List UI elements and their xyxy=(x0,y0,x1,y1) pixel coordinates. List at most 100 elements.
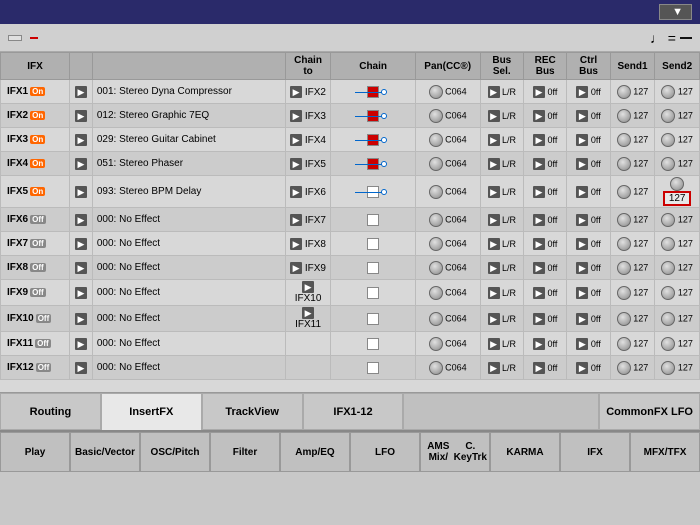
ctrl-arrow[interactable]: ▶ xyxy=(576,262,588,274)
chain-box[interactable] xyxy=(367,214,379,226)
rec-arrow[interactable]: ▶ xyxy=(533,134,545,146)
effect-name[interactable]: 029: Stereo Guitar Cabinet xyxy=(92,128,285,152)
pan-cell[interactable]: C064 xyxy=(415,280,480,306)
rec-bus-cell[interactable]: ▶ 0ff xyxy=(523,104,566,128)
rec-arrow[interactable]: ▶ xyxy=(533,214,545,226)
pan-cell[interactable]: C064 xyxy=(415,306,480,332)
ctrl-arrow[interactable]: ▶ xyxy=(576,214,588,226)
rec-bus-cell[interactable]: ▶ 0ff xyxy=(523,80,566,104)
chain-arrow-icon[interactable]: ▶ xyxy=(290,110,302,122)
on-off-badge[interactable]: Off xyxy=(30,215,46,224)
bus-arrow[interactable]: ▶ xyxy=(488,362,500,374)
send1-cell[interactable]: 127 xyxy=(610,208,655,232)
send1-knob[interactable] xyxy=(617,237,631,251)
send2-knob[interactable] xyxy=(661,312,675,326)
rec-bus-cell[interactable]: ▶ 0ff xyxy=(523,128,566,152)
ctrl-arrow[interactable]: ▶ xyxy=(576,238,588,250)
ctrl-arrow[interactable]: ▶ xyxy=(576,362,588,374)
send1-cell[interactable]: 127 xyxy=(610,104,655,128)
ctrl-bus-cell[interactable]: ▶ 0ff xyxy=(567,208,610,232)
arrow-icon[interactable]: ▶ xyxy=(75,313,87,325)
rec-arrow[interactable]: ▶ xyxy=(533,110,545,122)
ctrl-arrow[interactable]: ▶ xyxy=(576,110,588,122)
send2-cell[interactable]: 127 xyxy=(655,280,700,306)
tab2-amp--eq[interactable]: Amp/EQ xyxy=(280,432,350,472)
ctrl-arrow[interactable]: ▶ xyxy=(576,287,588,299)
chain-box[interactable] xyxy=(367,338,379,350)
pan-knob[interactable] xyxy=(429,361,443,375)
pan-cell[interactable]: C064 xyxy=(415,232,480,256)
bus-sel-cell[interactable]: ▶ L/R xyxy=(480,80,523,104)
chain-to-cell[interactable]: ▶ IFX7 xyxy=(285,208,331,232)
send2-cell[interactable]: 127 xyxy=(655,356,700,380)
send1-knob[interactable] xyxy=(617,157,631,171)
pan-knob[interactable] xyxy=(429,337,443,351)
ctrl-bus-cell[interactable]: ▶ 0ff xyxy=(567,128,610,152)
bus-arrow[interactable]: ▶ xyxy=(488,186,500,198)
send1-knob[interactable] xyxy=(617,286,631,300)
pan-cell[interactable]: C064 xyxy=(415,104,480,128)
rec-bus-cell[interactable]: ▶ 0ff xyxy=(523,232,566,256)
arrow-icon[interactable]: ▶ xyxy=(75,214,87,226)
on-off-badge[interactable]: Off xyxy=(36,314,52,323)
arrow-cell[interactable]: ▶ xyxy=(69,152,92,176)
ctrl-arrow[interactable]: ▶ xyxy=(576,186,588,198)
arrow-cell[interactable]: ▶ xyxy=(69,280,92,306)
ctrl-bus-cell[interactable]: ▶ 0ff xyxy=(567,280,610,306)
effect-name[interactable]: 012: Stereo Graphic 7EQ xyxy=(92,104,285,128)
chain-box[interactable] xyxy=(367,262,379,274)
effect-name[interactable]: 000: No Effect xyxy=(92,332,285,356)
chain-arrow-icon[interactable]: ▶ xyxy=(290,158,302,170)
bus-sel-cell[interactable]: ▶ L/R xyxy=(480,176,523,208)
effect-name[interactable]: 000: No Effect xyxy=(92,208,285,232)
bus-arrow[interactable]: ▶ xyxy=(488,214,500,226)
tab2-karma[interactable]: KARMA xyxy=(490,432,560,472)
arrow-icon[interactable]: ▶ xyxy=(75,362,87,374)
rec-arrow[interactable]: ▶ xyxy=(533,186,545,198)
chain-box[interactable] xyxy=(367,313,379,325)
arrow-cell[interactable]: ▶ xyxy=(69,256,92,280)
arrow-cell[interactable]: ▶ xyxy=(69,104,92,128)
on-off-badge[interactable]: On xyxy=(30,87,45,96)
send1-knob[interactable] xyxy=(617,213,631,227)
send1-knob[interactable] xyxy=(617,312,631,326)
on-off-badge[interactable]: On xyxy=(30,187,45,196)
on-off-badge[interactable]: On xyxy=(30,159,45,168)
ctrl-bus-cell[interactable]: ▶ 0ff xyxy=(567,232,610,256)
send1-cell[interactable]: 127 xyxy=(610,356,655,380)
arrow-cell[interactable]: ▶ xyxy=(69,176,92,208)
chain-arrow-icon[interactable]: ▶ xyxy=(290,214,302,226)
send2-knob[interactable] xyxy=(661,286,675,300)
send2-cell[interactable]: 127 xyxy=(655,232,700,256)
pan-cell[interactable]: C064 xyxy=(415,176,480,208)
pan-cell[interactable]: C064 xyxy=(415,152,480,176)
send2-cell[interactable]: 127 xyxy=(655,176,700,208)
bus-arrow[interactable]: ▶ xyxy=(488,262,500,274)
rec-arrow[interactable]: ▶ xyxy=(533,86,545,98)
pan-cell[interactable]: C064 xyxy=(415,332,480,356)
tab2-ams-mix--c--keytrk[interactable]: AMS Mix/C. KeyTrk xyxy=(420,432,490,472)
rec-bus-cell[interactable]: ▶ 0ff xyxy=(523,356,566,380)
chain-to-cell[interactable]: ▶ IFX6 xyxy=(285,176,331,208)
ctrl-bus-cell[interactable]: ▶ 0ff xyxy=(567,356,610,380)
bus-sel-cell[interactable]: ▶ L/R xyxy=(480,232,523,256)
effect-name[interactable]: 000: No Effect xyxy=(92,306,285,332)
effect-name[interactable]: 000: No Effect xyxy=(92,256,285,280)
effect-name[interactable]: 051: Stereo Phaser xyxy=(92,152,285,176)
on-off-badge[interactable]: Off xyxy=(35,339,51,348)
arrow-icon[interactable]: ▶ xyxy=(75,86,87,98)
on-off-badge[interactable]: On xyxy=(30,111,45,120)
on-off-badge[interactable]: Off xyxy=(30,288,46,297)
rec-arrow[interactable]: ▶ xyxy=(533,238,545,250)
arrow-icon[interactable]: ▶ xyxy=(75,110,87,122)
pan-cell[interactable]: C064 xyxy=(415,256,480,280)
ctrl-arrow[interactable]: ▶ xyxy=(576,313,588,325)
bus-arrow[interactable]: ▶ xyxy=(488,287,500,299)
ctrl-arrow[interactable]: ▶ xyxy=(576,158,588,170)
tab2-osc--pitch[interactable]: OSC/Pitch xyxy=(140,432,210,472)
chain-to-cell[interactable]: ▶ IFX5 xyxy=(285,152,331,176)
send2-cell[interactable]: 127 xyxy=(655,208,700,232)
effect-name[interactable]: 000: No Effect xyxy=(92,356,285,380)
chain-to-cell[interactable]: ▶ IFX3 xyxy=(285,104,331,128)
chain-to-cell[interactable] xyxy=(285,332,331,356)
